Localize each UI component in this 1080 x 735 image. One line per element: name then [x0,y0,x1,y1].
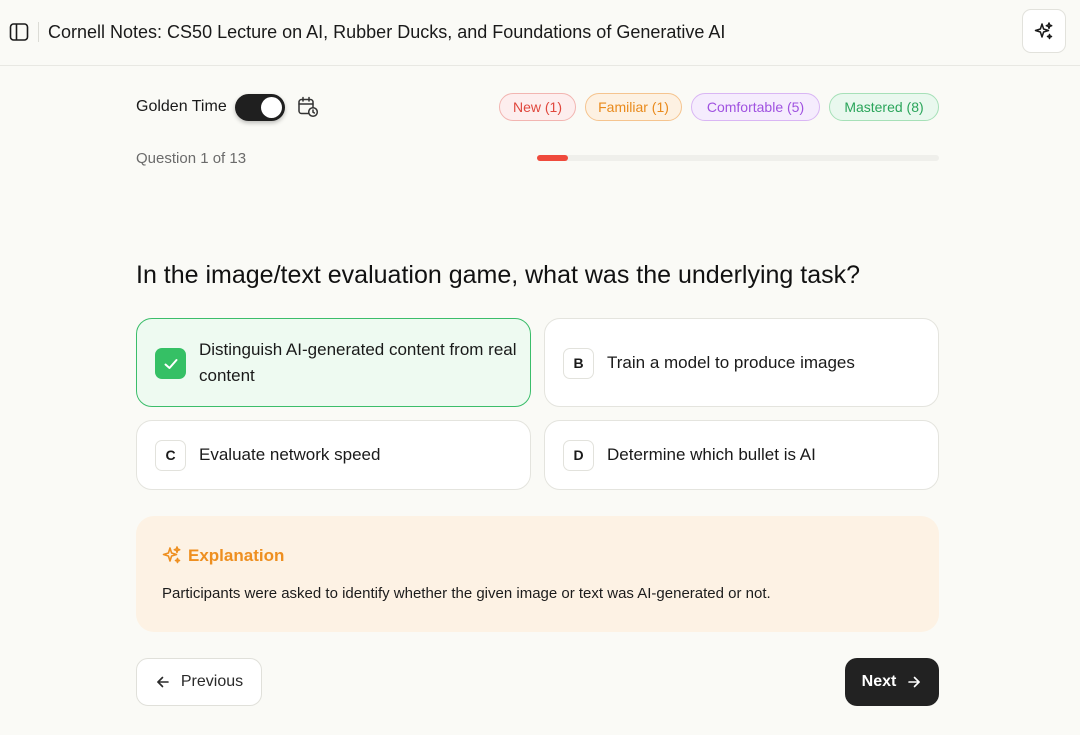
ai-assistant-button[interactable] [1022,9,1066,53]
previous-label: Previous [180,673,244,690]
filter-comfortable[interactable]: Comfortable (5) [691,93,820,121]
checkmark-icon [155,348,186,379]
filter-mastered[interactable]: Mastered (8) [829,93,939,121]
option-d[interactable]: D Determine which bullet is AI [544,420,939,490]
option-b-text: Train a model to produce images [607,353,855,372]
document-title: Cornell Notes: CS50 Lecture on AI, Rubbe… [48,22,726,42]
top-bar: Cornell Notes: CS50 Lecture on AI, Rubbe… [0,0,1080,66]
option-b[interactable]: B Train a model to produce images [544,318,939,407]
golden-time-label: Golden Time [136,98,227,115]
previous-button[interactable]: Previous [136,658,262,706]
arrow-right-icon [908,676,921,688]
progress-bar [537,155,939,161]
title-divider [38,22,39,42]
option-d-text: Determine which bullet is AI [607,445,816,464]
filter-familiar[interactable]: Familiar (1) [585,93,682,121]
sparkle-icon [162,545,182,565]
option-c-text: Evaluate network speed [199,445,381,464]
calendar-clock-icon[interactable] [297,96,319,118]
sparkle-icon [1034,22,1053,40]
option-b-letter: B [563,348,594,379]
filter-new[interactable]: New (1) [499,93,576,121]
sidebar-panel-icon[interactable] [8,21,30,43]
question-text: In the image/text evaluation game, what … [136,261,861,289]
toggle-knob [261,97,282,118]
option-d-letter: D [563,440,594,471]
question-counter: Question 1 of 13 [136,150,247,167]
explanation-text: Participants were asked to identify whet… [162,585,771,602]
next-label: Next [861,673,897,690]
golden-time-toggle[interactable] [235,94,285,121]
option-c-letter: C [155,440,186,471]
explanation-title: Explanation [188,546,285,565]
arrow-left-icon [157,676,169,688]
explanation-panel: Explanation Participants were asked to i… [136,516,939,632]
next-button[interactable]: Next [845,658,939,706]
option-c[interactable]: C Evaluate network speed [136,420,531,490]
option-a-text: Distinguish AI-generated content from re… [199,340,517,385]
option-a[interactable]: Distinguish AI-generated content from re… [136,318,531,407]
progress-fill [537,155,568,161]
